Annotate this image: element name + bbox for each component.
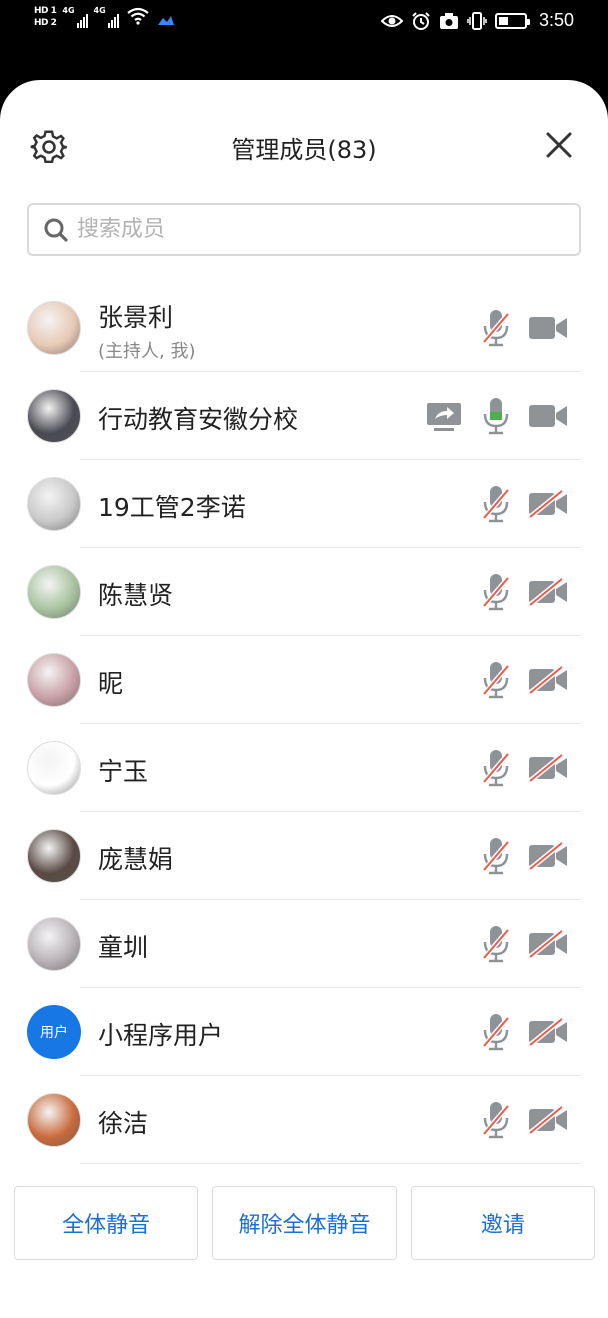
sim1-label: HD 1	[34, 6, 57, 16]
camera-off-icon[interactable]	[528, 666, 568, 694]
cloud-icon	[157, 16, 174, 25]
member-row[interactable]: 庞慧娟	[0, 812, 608, 900]
avatar-text: 用户	[40, 1025, 68, 1041]
search-bar[interactable]	[27, 203, 581, 256]
member-row[interactable]: 宁玉	[0, 724, 608, 812]
member-row[interactable]: 用户 小程序用户	[0, 988, 608, 1076]
avatar	[27, 829, 81, 883]
invite-button[interactable]: 邀请	[410, 1186, 595, 1260]
avatar	[27, 1093, 81, 1147]
member-row[interactable]: 徐洁	[0, 1076, 608, 1164]
camera-icon	[439, 12, 458, 29]
avatar	[27, 389, 81, 443]
avatar	[27, 653, 81, 707]
member-name: 徐洁	[98, 1109, 149, 1138]
camera-off-icon[interactable]	[528, 1018, 568, 1046]
camera-on-icon[interactable]	[528, 402, 568, 430]
wifi-icon	[127, 7, 149, 25]
member-name: 陈慧贤	[98, 581, 174, 610]
camera-off-icon[interactable]	[528, 930, 568, 958]
member-row[interactable]: 行动教育安徽分校	[0, 372, 608, 460]
mic-on-icon[interactable]	[482, 396, 510, 436]
member-name: 19工管2李诺	[98, 493, 246, 522]
avatar: 用户	[27, 1005, 81, 1059]
avatar	[27, 741, 81, 795]
screen-share-icon	[427, 403, 461, 431]
member-name: 小程序用户	[98, 1021, 224, 1050]
member-row[interactable]: 昵	[0, 636, 608, 724]
signal-icon: 4G	[62, 6, 88, 28]
sim-indicators: HD 1 HD 2	[34, 6, 57, 28]
mute-all-button[interactable]: 全体静音	[14, 1186, 199, 1260]
avatar	[27, 477, 81, 531]
mic-muted-icon[interactable]	[482, 484, 510, 524]
member-row[interactable]: 陈慧贤	[0, 548, 608, 636]
member-list: 张景利 (主持人, 我) 行动教育安徽分校 19工管2李诺 陈慧贤昵宁玉庞慧娟童圳用户 小…	[0, 284, 608, 1164]
signal-icon: 4G	[94, 6, 119, 28]
mic-muted-icon[interactable]	[482, 1100, 510, 1140]
member-name: 庞慧娟	[98, 845, 174, 874]
member-name: 昵	[98, 669, 124, 698]
member-row[interactable]: 童圳	[0, 900, 608, 988]
action-bar: 全体静音 解除全体静音 邀请	[14, 1186, 595, 1260]
status-bar-right: 3:50	[380, 10, 574, 31]
member-row[interactable]: 张景利 (主持人, 我)	[0, 284, 608, 372]
battery-icon	[494, 12, 530, 29]
mic-muted-icon[interactable]	[482, 660, 510, 700]
mic-muted-icon[interactable]	[482, 308, 510, 348]
member-role: (主持人, 我)	[98, 341, 196, 362]
member-name: 童圳	[98, 933, 149, 962]
camera-off-icon[interactable]	[528, 842, 568, 870]
clock: 3:50	[538, 10, 574, 30]
avatar	[27, 565, 81, 619]
camera-off-icon[interactable]	[528, 1106, 568, 1134]
sheet-header: 管理成员(83)	[0, 120, 608, 172]
search-input[interactable]	[77, 217, 517, 242]
mic-muted-icon[interactable]	[482, 924, 510, 964]
eye-icon	[380, 14, 403, 27]
vibrate-icon	[467, 11, 487, 30]
avatar	[27, 301, 81, 355]
close-icon[interactable]	[544, 130, 574, 160]
camera-on-icon[interactable]	[528, 314, 568, 342]
mic-muted-icon[interactable]	[482, 748, 510, 788]
status-bar: HD 1 HD 2 4G 4G 3:50	[0, 0, 608, 80]
unmute-all-button[interactable]: 解除全体静音	[212, 1186, 397, 1260]
manage-members-sheet: 管理成员(83) 张景利 (主持人, 我) 行动教育安徽分校 19工管2李诺陈慧贤昵宁…	[0, 80, 608, 1318]
status-bar-left: HD 1 HD 2 4G 4G	[34, 6, 175, 28]
member-name: 张景利	[98, 303, 174, 332]
page-title: 管理成员(83)	[231, 136, 377, 164]
sim2-label: HD 2	[34, 18, 57, 28]
row-divider	[80, 1163, 580, 1164]
avatar	[27, 917, 81, 971]
member-name: 宁玉	[98, 757, 149, 786]
search-icon	[44, 218, 68, 242]
member-row[interactable]: 19工管2李诺	[0, 460, 608, 548]
camera-off-icon[interactable]	[528, 490, 568, 518]
mic-muted-icon[interactable]	[482, 836, 510, 876]
mic-muted-icon[interactable]	[482, 1012, 510, 1052]
member-name: 行动教育安徽分校	[98, 405, 299, 434]
camera-off-icon[interactable]	[528, 578, 568, 606]
mic-muted-icon[interactable]	[482, 572, 510, 612]
alarm-icon	[412, 11, 430, 30]
camera-off-icon[interactable]	[528, 754, 568, 782]
